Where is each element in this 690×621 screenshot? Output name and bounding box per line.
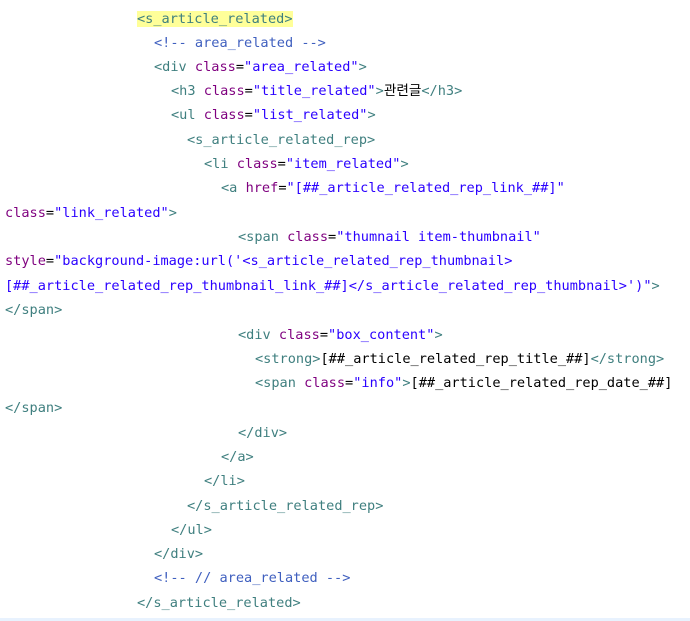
code-line[interactable]: </div> — [238, 421, 690, 445]
code-token: <strong> — [255, 351, 321, 367]
code-line[interactable]: </span> — [5, 396, 690, 420]
code-token: </li> — [204, 473, 245, 489]
code-token: [##_article_related_rep_date_##] — [410, 375, 673, 391]
code-token: > — [367, 107, 376, 123]
code-token: = — [319, 327, 329, 343]
code-token: "item_related" — [285, 156, 401, 172]
code-token: class — [194, 59, 236, 75]
code-token: "link_related" — [54, 205, 169, 221]
code-token: class — [203, 107, 245, 123]
code-token: [##_article_related_rep_thumbnail_link_#… — [5, 278, 652, 294]
code-token: </s_article_related> — [137, 595, 301, 611]
code-line[interactable]: <s_article_related> — [137, 7, 690, 31]
code-token: <ul — [171, 107, 204, 123]
code-token: </ul> — [171, 522, 212, 538]
code-line[interactable]: class="link_related"> — [5, 201, 690, 225]
code-line[interactable]: </s_article_related_rep> — [187, 494, 690, 518]
code-token: <s_article_related_rep> — [187, 132, 376, 148]
code-token: > — [651, 278, 660, 294]
code-token: "area_related" — [244, 59, 359, 75]
code-token: "title_related" — [252, 83, 376, 99]
code-line[interactable]: </a> — [221, 445, 690, 469]
code-token: = — [244, 83, 253, 99]
code-line[interactable]: </s_article_related> — [137, 591, 690, 615]
code-token: <span — [238, 229, 288, 245]
code-line[interactable]: </li> — [204, 469, 690, 493]
code-token: class — [5, 205, 46, 221]
code-line[interactable]: <div class="area_related"> — [154, 55, 690, 79]
code-token: > — [358, 59, 367, 75]
code-token: > — [400, 156, 409, 172]
code-token: <a — [221, 180, 246, 196]
code-line[interactable]: <!-- // area_related --> — [154, 566, 690, 590]
code-line[interactable]: <ul class="list_related"> — [171, 103, 690, 127]
code-token: = — [277, 156, 286, 172]
code-line[interactable]: </div> — [154, 542, 690, 566]
code-token: "list_related" — [252, 107, 368, 123]
code-token: class — [304, 375, 346, 391]
code-token: 관련글 — [383, 83, 422, 99]
code-token: [##_article_related_rep_title_##] — [320, 351, 591, 367]
code-token: = — [235, 59, 245, 75]
code-line[interactable]: </ul> — [171, 518, 690, 542]
code-token: <div — [154, 59, 195, 75]
code-line[interactable]: <span class="info">[##_article_related_r… — [255, 371, 690, 395]
code-token: > — [402, 375, 411, 391]
code-token: "background-image:url('<s_article_relate… — [54, 253, 513, 269]
code-token: <span — [255, 375, 305, 391]
code-token: class — [287, 229, 329, 245]
code-token: "box_content" — [328, 327, 435, 343]
code-token: <!-- area_related --> — [154, 35, 326, 51]
code-token: > — [168, 205, 177, 221]
code-token: </strong> — [590, 351, 665, 367]
code-token: "thumnail item-thumbnail" — [336, 229, 541, 245]
code-token: style — [5, 253, 46, 269]
code-line[interactable]: <li class="item_related"> — [204, 152, 690, 176]
code-token: = — [345, 375, 354, 391]
code-token: </a> — [221, 449, 254, 465]
code-token: href — [245, 180, 279, 196]
code-token: "info" — [353, 375, 403, 391]
code-token: "[##_article_related_rep_link_##]" — [286, 180, 565, 196]
code-token: = — [278, 180, 287, 196]
code-line[interactable]: <!-- area_related --> — [154, 31, 690, 55]
code-editor[interactable]: <s_article_related> <!-- area_related --… — [0, 0, 690, 621]
code-line[interactable]: <s_article_related_rep> — [187, 128, 690, 152]
code-token: > — [434, 327, 443, 343]
code-token: </s_article_related_rep> — [187, 498, 384, 514]
code-token: </div> — [154, 546, 204, 562]
code-line[interactable]: style="background-image:url('<s_article_… — [5, 249, 690, 273]
code-token: </h3> — [421, 83, 463, 99]
code-token: = — [328, 229, 337, 245]
code-token: <s_article_related> — [137, 11, 293, 27]
code-line[interactable]: <strong>[##_article_related_rep_title_##… — [255, 347, 690, 371]
code-token: </span> — [5, 400, 63, 416]
code-line[interactable]: <div class="box_content"> — [238, 323, 690, 347]
code-token: <!-- // area_related --> — [154, 570, 351, 586]
code-line[interactable]: <h3 class="title_related">관련글</h3> — [171, 79, 690, 103]
code-token: </span> — [5, 302, 63, 318]
code-token: class — [236, 156, 278, 172]
code-token: <li — [204, 156, 237, 172]
code-token: = — [45, 205, 55, 221]
code-token: > — [375, 83, 384, 99]
code-token: class — [278, 327, 320, 343]
code-token: class — [203, 83, 245, 99]
code-token: <div — [238, 327, 279, 343]
code-line[interactable]: <a href="[##_article_related_rep_link_##… — [221, 176, 690, 200]
code-line[interactable]: </span> — [5, 298, 690, 322]
code-line[interactable]: <span class="thumnail item-thumbnail" — [238, 225, 690, 249]
code-token: = — [45, 253, 55, 269]
code-line[interactable]: [##_article_related_rep_thumbnail_link_#… — [5, 274, 690, 298]
code-token: </div> — [238, 425, 288, 441]
code-token: <h3 — [171, 83, 204, 99]
code-token: = — [244, 107, 253, 123]
